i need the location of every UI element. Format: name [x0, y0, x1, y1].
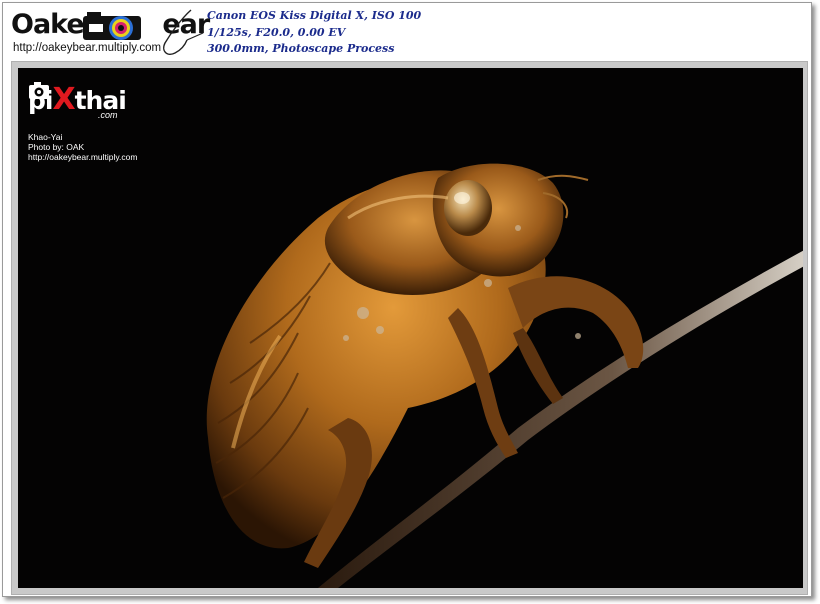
cicada-photo: piXthai .com Khao-Yai Photo by: OAK http… [18, 68, 803, 588]
exif-line-camera: Canon EOS Kiss Digital X, ISO 100 [207, 9, 422, 22]
header-bar: Oakey ear http://oakeybear.multiply.com C… [3, 3, 811, 59]
camera-bear-icon [83, 12, 141, 40]
pixthai-com: .com [98, 110, 118, 120]
watermark-text: Khao-Yai Photo by: OAK http://oakeybear.… [28, 132, 137, 162]
pixthai-logo-x: X [52, 82, 75, 117]
logo-url: http://oakeybear.multiply.com [13, 42, 162, 54]
exif-info: Canon EOS Kiss Digital X, ISO 100 1/125s… [207, 8, 421, 58]
camera-icon [29, 82, 49, 99]
watermark-credit: Photo by: OAK [28, 142, 85, 152]
photo-frame: Oakey ear http://oakeybear.multiply.com C… [2, 2, 812, 597]
watermark-location: Khao-Yai [28, 132, 63, 142]
pixthai-watermark: piXthai .com Khao-Yai Photo by: OAK http… [28, 78, 168, 168]
oakeybear-logo: Oakey ear http://oakeybear.multiply.com [11, 9, 210, 57]
watermark-url: http://oakeybear.multiply.com [28, 152, 138, 162]
photo-mat: piXthai .com Khao-Yai Photo by: OAK http… [11, 61, 808, 595]
exif-line-exposure: 1/125s, F20.0, 0.00 EV [207, 25, 346, 39]
exif-line-lens: 300.0mm, Photoscape Process [207, 42, 395, 55]
